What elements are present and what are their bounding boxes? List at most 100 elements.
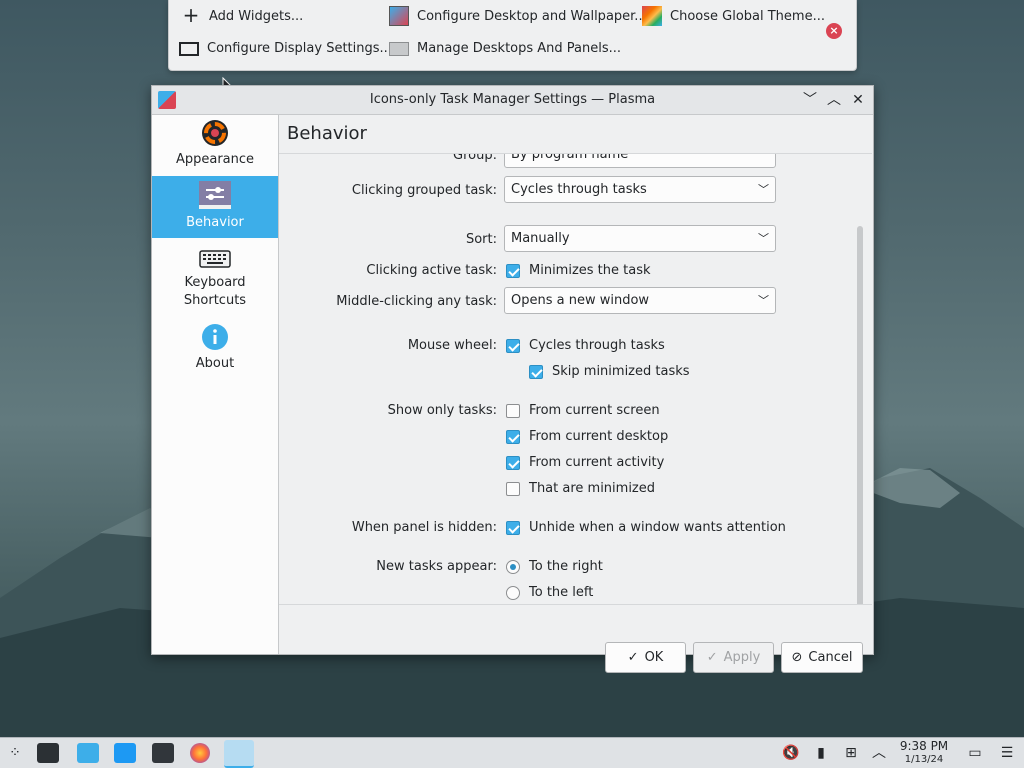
mouse-wheel-label: Mouse wheel: (407, 338, 497, 353)
vertical-scrollbar[interactable] (857, 226, 863, 604)
close-edit-mode-icon[interactable]: × (826, 23, 842, 39)
appearance-icon (202, 120, 228, 146)
apply-button[interactable]: ✓ Apply (693, 642, 774, 673)
desktop-edit-toolbar: + Add Widgets... Configure Desktop and W… (168, 0, 857, 71)
volume-muted-icon[interactable]: 🔇 (782, 744, 800, 762)
checkbox-label: That are minimized (529, 481, 656, 496)
sort-select[interactable]: Manually ﹀ (504, 225, 776, 252)
maximize-icon[interactable]: ︿ (824, 90, 844, 110)
choose-theme-label: Choose Global Theme... (670, 8, 825, 24)
clock[interactable]: 9:38 PM 1/13/24 (896, 740, 952, 766)
cancel-button[interactable]: ⊘ Cancel (781, 642, 863, 673)
show-only-label: Show only tasks: (387, 403, 497, 418)
from-current-screen-checkbox[interactable]: From current screen (506, 403, 660, 418)
to-the-left-radio[interactable]: To the left (506, 585, 593, 600)
titlebar[interactable]: Icons-only Task Manager Settings — Plasm… (152, 86, 873, 115)
theme-icon (642, 6, 662, 26)
system-settings-task-icon[interactable] (37, 743, 59, 763)
chevron-down-icon: ﹀ (758, 294, 769, 307)
battery-icon[interactable]: ▮ (812, 744, 830, 762)
app-launcher-icon[interactable]: ⁘ (6, 744, 24, 762)
group-label: Group: (453, 153, 497, 163)
minimize-icon[interactable]: ﹀ (800, 90, 820, 110)
that-are-minimized-checkbox[interactable]: That are minimized (506, 481, 655, 496)
page-title: Behavior (287, 123, 367, 144)
apply-label: Apply (723, 650, 761, 665)
active-task-settings-icon[interactable] (224, 740, 254, 768)
group-select[interactable]: By program name ﹀ (504, 153, 776, 168)
checkbox-label: Unhide when a window wants attention (529, 520, 786, 535)
file-manager-task-icon[interactable] (114, 743, 136, 763)
checkbox-checked[interactable] (506, 338, 520, 353)
panel-edit-icon[interactable]: ☰ (998, 744, 1016, 762)
behavior-settings-scroll-area[interactable]: Group: By program name ﹀ Clicking groupe… (279, 153, 872, 605)
unhide-attention-checkbox[interactable]: Unhide when a window wants attention (506, 520, 786, 535)
show-desktop-icon[interactable]: ▭ (966, 744, 984, 762)
from-current-activity-checkbox[interactable]: From current activity (506, 455, 664, 470)
discover-task-icon[interactable] (77, 743, 99, 763)
radio-unselected[interactable] (506, 585, 520, 600)
to-the-right-radio[interactable]: To the right (506, 559, 603, 574)
ok-button[interactable]: ✓ OK (605, 642, 686, 673)
checkbox-checked[interactable] (529, 364, 543, 379)
checkbox-label: Minimizes the task (529, 263, 651, 278)
ok-label: OK (644, 650, 664, 665)
checkbox-label: Cycles through tasks (529, 338, 665, 353)
keyboard-icon (199, 250, 231, 268)
sidebar-label: Appearance (175, 152, 255, 167)
configure-display-label: Configure Display Settings... (207, 40, 392, 56)
clicking-grouped-select[interactable]: Cycles through tasks ﹀ (504, 176, 776, 203)
add-widgets-button[interactable]: + Add Widgets... (181, 3, 304, 27)
checkbox-checked[interactable] (506, 263, 520, 278)
close-icon[interactable]: ✕ (848, 90, 868, 110)
checkbox-unchecked[interactable] (506, 403, 520, 418)
network-icon[interactable]: ⊞ (842, 744, 860, 762)
sidebar-item-about[interactable]: About (152, 321, 278, 377)
radio-selected[interactable] (506, 559, 520, 574)
chevron-down-icon: ﹀ (758, 232, 769, 245)
mouse-wheel-cycles-checkbox[interactable]: Cycles through tasks (506, 338, 665, 353)
group-value: By program name (511, 153, 629, 162)
terminal-task-icon[interactable] (152, 743, 174, 763)
sidebar-label: About (195, 356, 235, 371)
plus-icon: + (182, 3, 200, 27)
checkbox-checked[interactable] (506, 520, 520, 535)
settings-sidebar: Appearance Behavior Keyboard Shortcuts A… (152, 115, 279, 654)
task-manager-settings-dialog: Icons-only Task Manager Settings — Plasm… (151, 85, 874, 673)
configure-desktop-button[interactable]: Configure Desktop and Wallpaper... (389, 6, 647, 26)
taskbar: ⁘ 🔇 ▮ ⊞ ︿ 9:38 PM 1/13/24 ▭ ☰ (0, 737, 1024, 768)
checkbox-label: From current activity (529, 455, 665, 470)
firefox-task-icon[interactable] (190, 743, 210, 763)
chevron-up-icon[interactable]: ︿ (870, 744, 888, 762)
sidebar-item-keyboard-shortcuts[interactable]: Keyboard Shortcuts (152, 242, 278, 314)
checkbox-label: Skip minimized tasks (552, 364, 690, 379)
manage-desktops-button[interactable]: Manage Desktops And Panels... (389, 40, 621, 56)
from-current-desktop-checkbox[interactable]: From current desktop (506, 429, 668, 444)
sidebar-item-appearance[interactable]: Appearance (152, 115, 278, 177)
radio-label: To the left (529, 585, 594, 600)
panel-hidden-label: When panel is hidden: (351, 520, 497, 535)
clicking-grouped-label: Clicking grouped task: (351, 183, 497, 198)
info-icon (202, 324, 228, 350)
checkmark-icon: ✓ (706, 650, 718, 665)
sidebar-item-behavior[interactable]: Behavior (152, 176, 278, 238)
chevron-down-icon: ﹀ (758, 153, 769, 161)
middle-click-select[interactable]: Opens a new window ﹀ (504, 287, 776, 314)
settings-content: Behavior Group: By program name ﹀ Clicki… (279, 115, 873, 673)
checkbox-label: From current desktop (529, 429, 669, 444)
checkbox-checked[interactable] (506, 429, 520, 444)
configure-display-button[interactable]: Configure Display Settings... (179, 40, 392, 56)
checkbox-unchecked[interactable] (506, 481, 520, 496)
radio-label: To the right (529, 559, 603, 574)
clicking-grouped-value: Cycles through tasks (511, 182, 647, 197)
configure-desktop-label: Configure Desktop and Wallpaper... (417, 8, 647, 24)
clicking-active-label: Clicking active task: (366, 263, 497, 278)
sort-label: Sort: (465, 232, 497, 247)
skip-minimized-checkbox[interactable]: Skip minimized tasks (529, 364, 690, 379)
new-tasks-label: New tasks appear: (376, 559, 497, 574)
checkbox-checked[interactable] (506, 455, 520, 470)
middle-click-value: Opens a new window (511, 293, 650, 308)
choose-global-theme-button[interactable]: Choose Global Theme... (642, 6, 825, 26)
behavior-icon (199, 181, 231, 209)
minimizes-task-checkbox[interactable]: Minimizes the task (506, 263, 651, 278)
